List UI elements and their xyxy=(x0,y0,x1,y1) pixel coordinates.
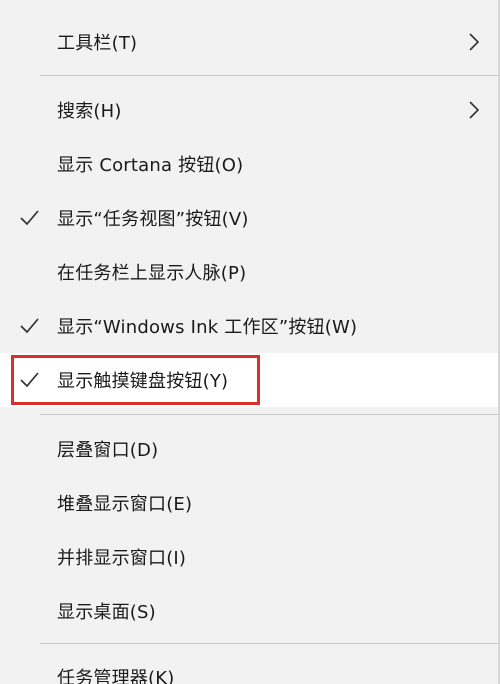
menu-item-label: 搜索(H) xyxy=(57,101,122,122)
menu-item-show-task-view[interactable]: 显示“任务视图”按钮(V) xyxy=(0,191,498,245)
menu-item-label: 在任务栏上显示人脉(P) xyxy=(57,263,247,284)
menu-item-label: 堆叠显示窗口(E) xyxy=(57,494,193,515)
menu-item-cascade-windows[interactable]: 层叠窗口(D) xyxy=(0,422,498,476)
menu-item-label: 工具栏(T) xyxy=(57,33,138,54)
menu-item-label: 显示 Cortana 按钮(O) xyxy=(57,155,244,176)
menu-separator xyxy=(40,75,498,76)
menu-item-label: 任务管理器(K) xyxy=(57,668,175,684)
menu-item-side-by-side-windows[interactable]: 并排显示窗口(I) xyxy=(0,530,498,584)
chevron-right-icon xyxy=(469,33,480,51)
menu-item-label: 显示桌面(S) xyxy=(57,602,156,623)
menu-item-show-windows-ink[interactable]: 显示“Windows Ink 工作区”按钮(W) xyxy=(0,299,498,353)
menu-item-toolbars[interactable]: 工具栏(T) xyxy=(0,15,498,69)
menu-item-label: 并排显示窗口(I) xyxy=(57,548,187,569)
chevron-right-icon xyxy=(469,101,480,119)
menu-item-label: 显示“任务视图”按钮(V) xyxy=(57,209,249,230)
menu-item-task-manager[interactable]: 任务管理器(K) xyxy=(0,650,498,684)
menu-item-stack-windows[interactable]: 堆叠显示窗口(E) xyxy=(0,476,498,530)
menu-item-show-people[interactable]: 在任务栏上显示人脉(P) xyxy=(0,245,498,299)
menu-item-label: 显示触摸键盘按钮(Y) xyxy=(57,371,229,392)
menu-item-show-cortana[interactable]: 显示 Cortana 按钮(O) xyxy=(0,137,498,191)
taskbar-context-menu: 工具栏(T) 搜索(H) 显示 Cortana 按钮(O) 显示“任务视图”按钮… xyxy=(0,0,500,684)
menu-separator xyxy=(40,414,498,415)
menu-item-label: 显示“Windows Ink 工作区”按钮(W) xyxy=(57,317,358,338)
menu-item-show-desktop[interactable]: 显示桌面(S) xyxy=(0,584,498,638)
checkmark-icon xyxy=(20,372,39,388)
checkmark-icon xyxy=(20,318,39,334)
checkmark-icon xyxy=(20,210,39,226)
menu-item-show-touch-keyboard[interactable]: 显示触摸键盘按钮(Y) xyxy=(0,353,498,407)
menu-item-label: 层叠窗口(D) xyxy=(57,440,159,461)
menu-item-search[interactable]: 搜索(H) xyxy=(0,83,498,137)
menu-separator xyxy=(40,643,498,644)
